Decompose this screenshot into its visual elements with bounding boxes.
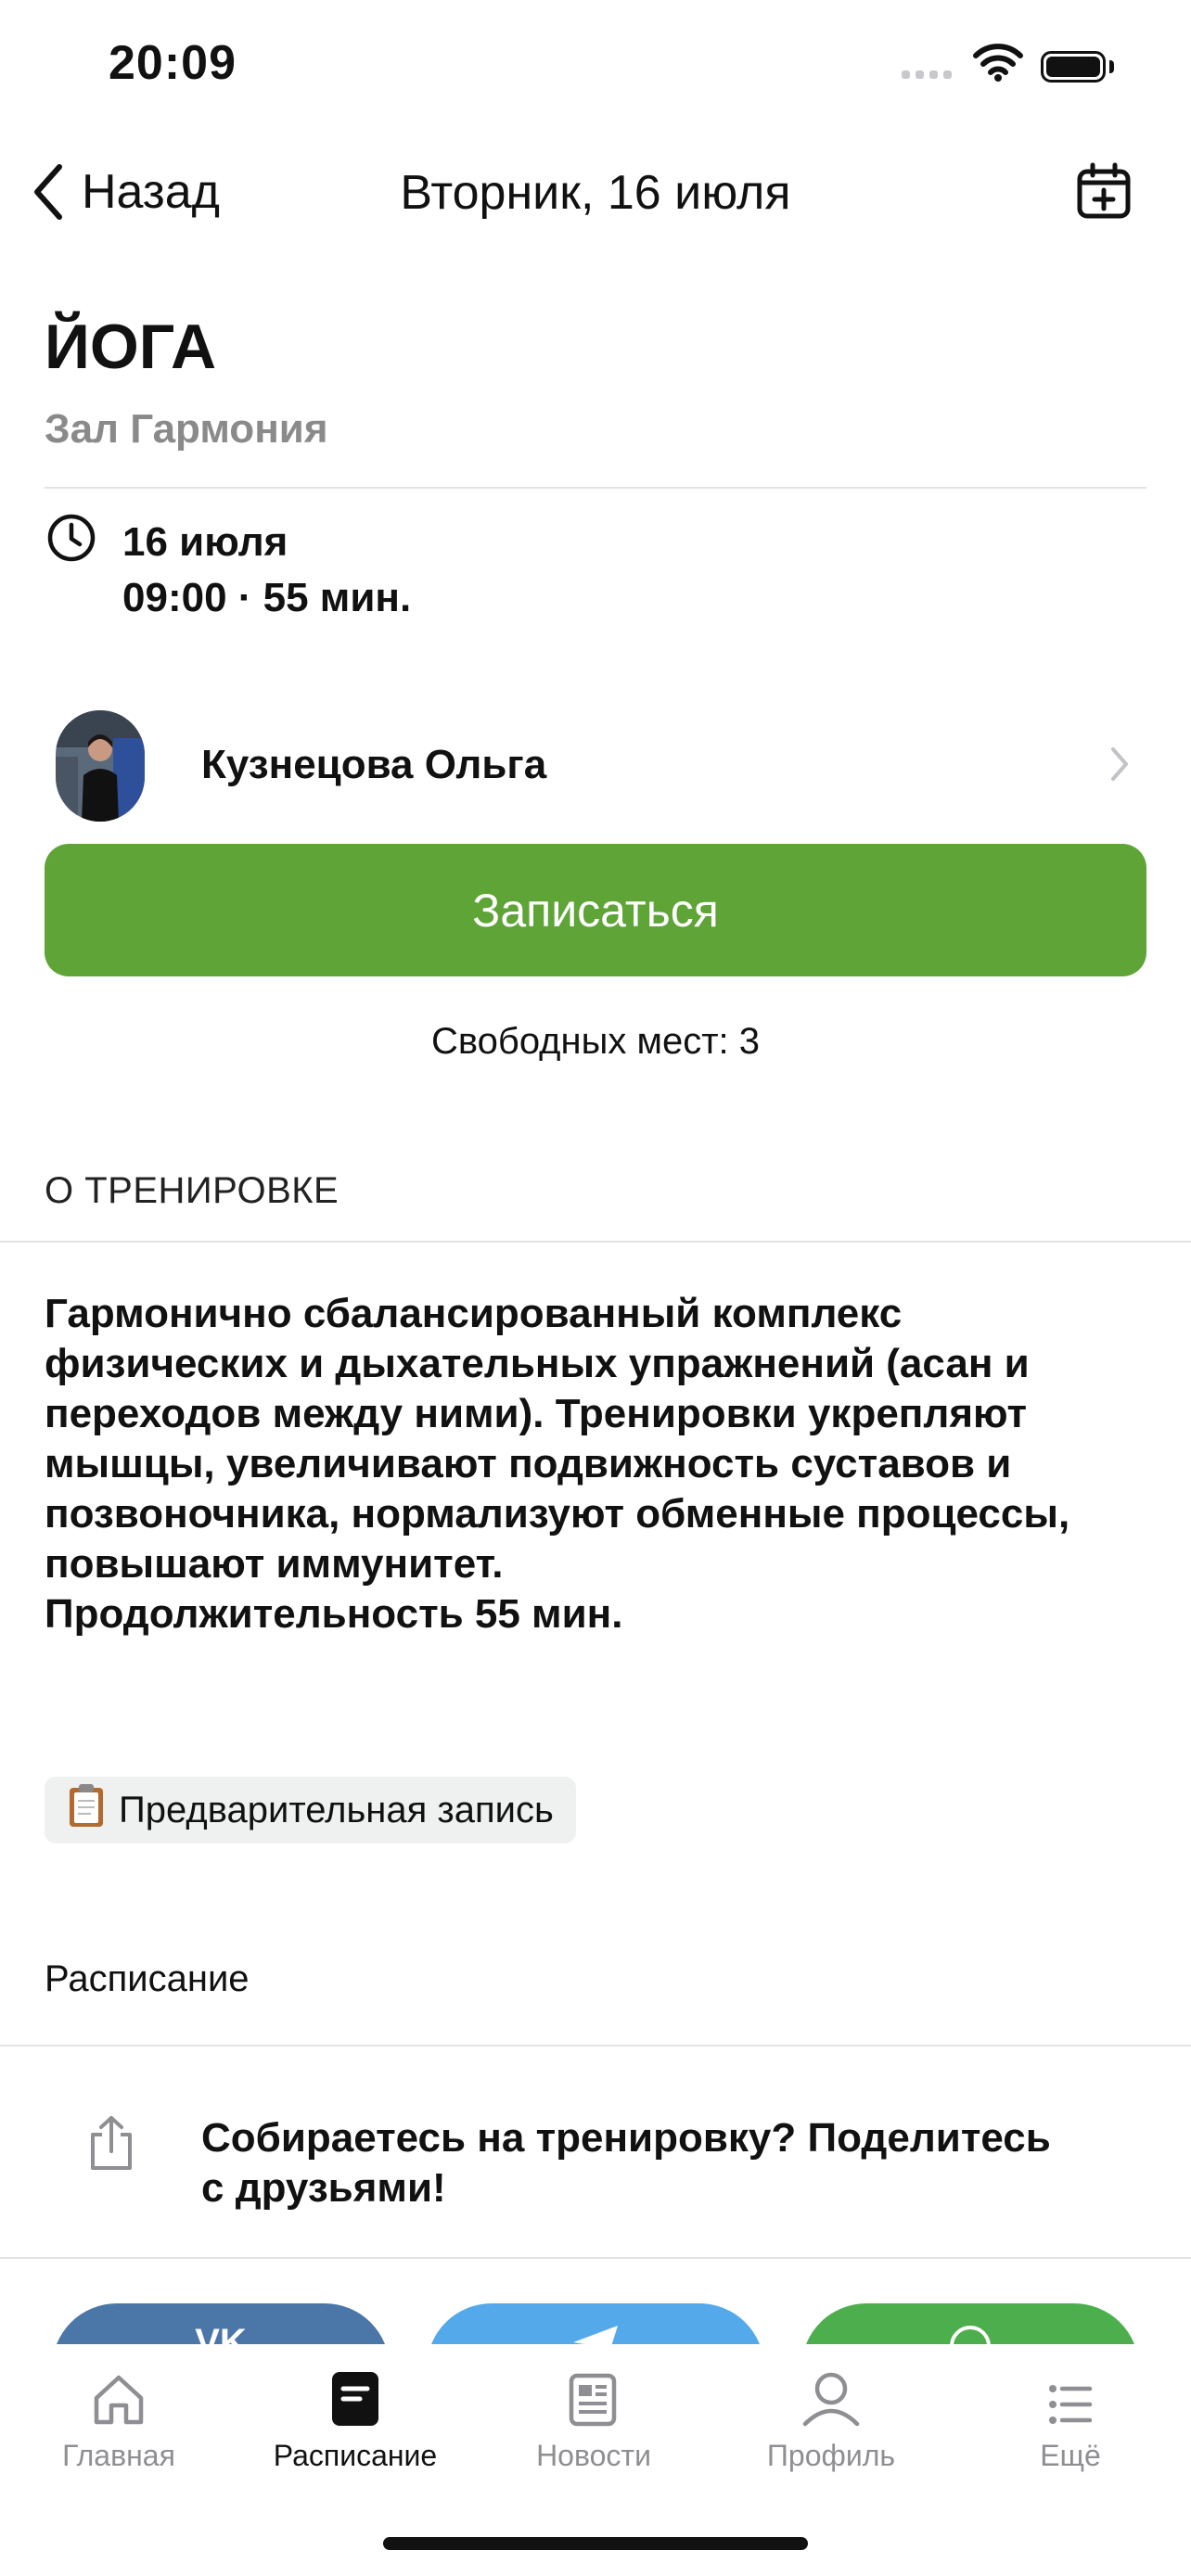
share-prompt-line: с друзьями! bbox=[201, 2165, 446, 2211]
prebooking-badge: Предварительная запись bbox=[45, 1777, 576, 1843]
divider bbox=[45, 487, 1146, 489]
description-line: Гармонично сбалансированный комплекс bbox=[45, 1291, 903, 1336]
wifi-icon bbox=[973, 43, 1023, 86]
battery-cap bbox=[1109, 60, 1114, 73]
add-to-calendar-button[interactable] bbox=[1074, 162, 1133, 222]
battery-icon bbox=[1041, 51, 1106, 83]
clock-icon bbox=[46, 513, 96, 567]
description-line: мышцы, увеличивают подвижность суставов … bbox=[45, 1441, 1012, 1486]
free-places-text: Свободных мест: 3 bbox=[430, 1021, 761, 1062]
description-line: переходов между ними). Тренировки укрепл… bbox=[45, 1391, 1028, 1436]
trainer-name: Кузнецова Ольга bbox=[201, 742, 547, 787]
share-prompt-line: Собираетесь на тренировку? Поделитесь bbox=[201, 2115, 1051, 2161]
divider bbox=[0, 2257, 1191, 2259]
tab-label: Профиль bbox=[766, 2439, 896, 2472]
divider bbox=[0, 1241, 1191, 1243]
tab-more[interactable]: Ещё bbox=[968, 2363, 1172, 2473]
tab-label: Новости bbox=[536, 2439, 651, 2472]
class-description: Гармонично сбалансированный комплекс физ… bbox=[45, 1289, 1148, 1639]
clipboard-icon bbox=[67, 1782, 106, 1838]
schedule-link[interactable]: Расписание bbox=[45, 1958, 250, 2000]
hall-name: Зал Гармония bbox=[45, 406, 328, 452]
class-datetime: 16 июля 09:00 · 55 мин. bbox=[122, 515, 411, 626]
home-indicator bbox=[383, 2537, 808, 2550]
divider bbox=[0, 2045, 1191, 2047]
tab-profile[interactable]: Профиль bbox=[729, 2363, 933, 2473]
cellular-signal-icon bbox=[902, 67, 957, 83]
description-line: позвоночника, нормализуют обменные проце… bbox=[45, 1491, 1070, 1537]
description-line: физических и дыхательных упражнений (аса… bbox=[45, 1341, 1030, 1386]
description-line: повышают иммунитет. bbox=[45, 1541, 504, 1587]
tab-news[interactable]: Новости bbox=[492, 2363, 696, 2473]
nav-title: Вторник, 16 июля bbox=[400, 166, 791, 220]
share-prompt: Собираетесь на тренировку? Поделитесь с … bbox=[201, 2113, 1129, 2213]
tab-schedule[interactable]: Расписание bbox=[253, 2363, 457, 2473]
tab-label: Ещё bbox=[1040, 2439, 1101, 2472]
calendar-plus-icon bbox=[1077, 162, 1131, 219]
trainer-avatar bbox=[56, 710, 145, 822]
status-time: 20:09 bbox=[109, 36, 237, 90]
class-title: ЙОГА bbox=[45, 312, 217, 382]
tab-label: Главная bbox=[62, 2439, 175, 2472]
more-icon bbox=[968, 2363, 1172, 2428]
home-icon bbox=[17, 2363, 221, 2428]
about-section-label: О ТРЕНИРОВКЕ bbox=[45, 1170, 339, 1211]
signup-button[interactable]: Записаться bbox=[45, 844, 1146, 976]
class-time-duration: 09:00 · 55 мин. bbox=[122, 575, 412, 620]
news-icon bbox=[492, 2363, 696, 2428]
prebooking-label: Предварительная запись bbox=[119, 1789, 554, 1830]
tab-label: Расписание bbox=[273, 2439, 438, 2472]
class-date: 16 июля bbox=[122, 519, 288, 565]
tab-home[interactable]: Главная bbox=[17, 2363, 221, 2473]
share-icon[interactable] bbox=[85, 2114, 137, 2176]
description-line: Продолжительность 55 мин. bbox=[45, 1591, 623, 1637]
schedule-icon bbox=[253, 2363, 457, 2428]
profile-icon bbox=[729, 2363, 933, 2428]
chevron-right-icon bbox=[1109, 746, 1130, 787]
